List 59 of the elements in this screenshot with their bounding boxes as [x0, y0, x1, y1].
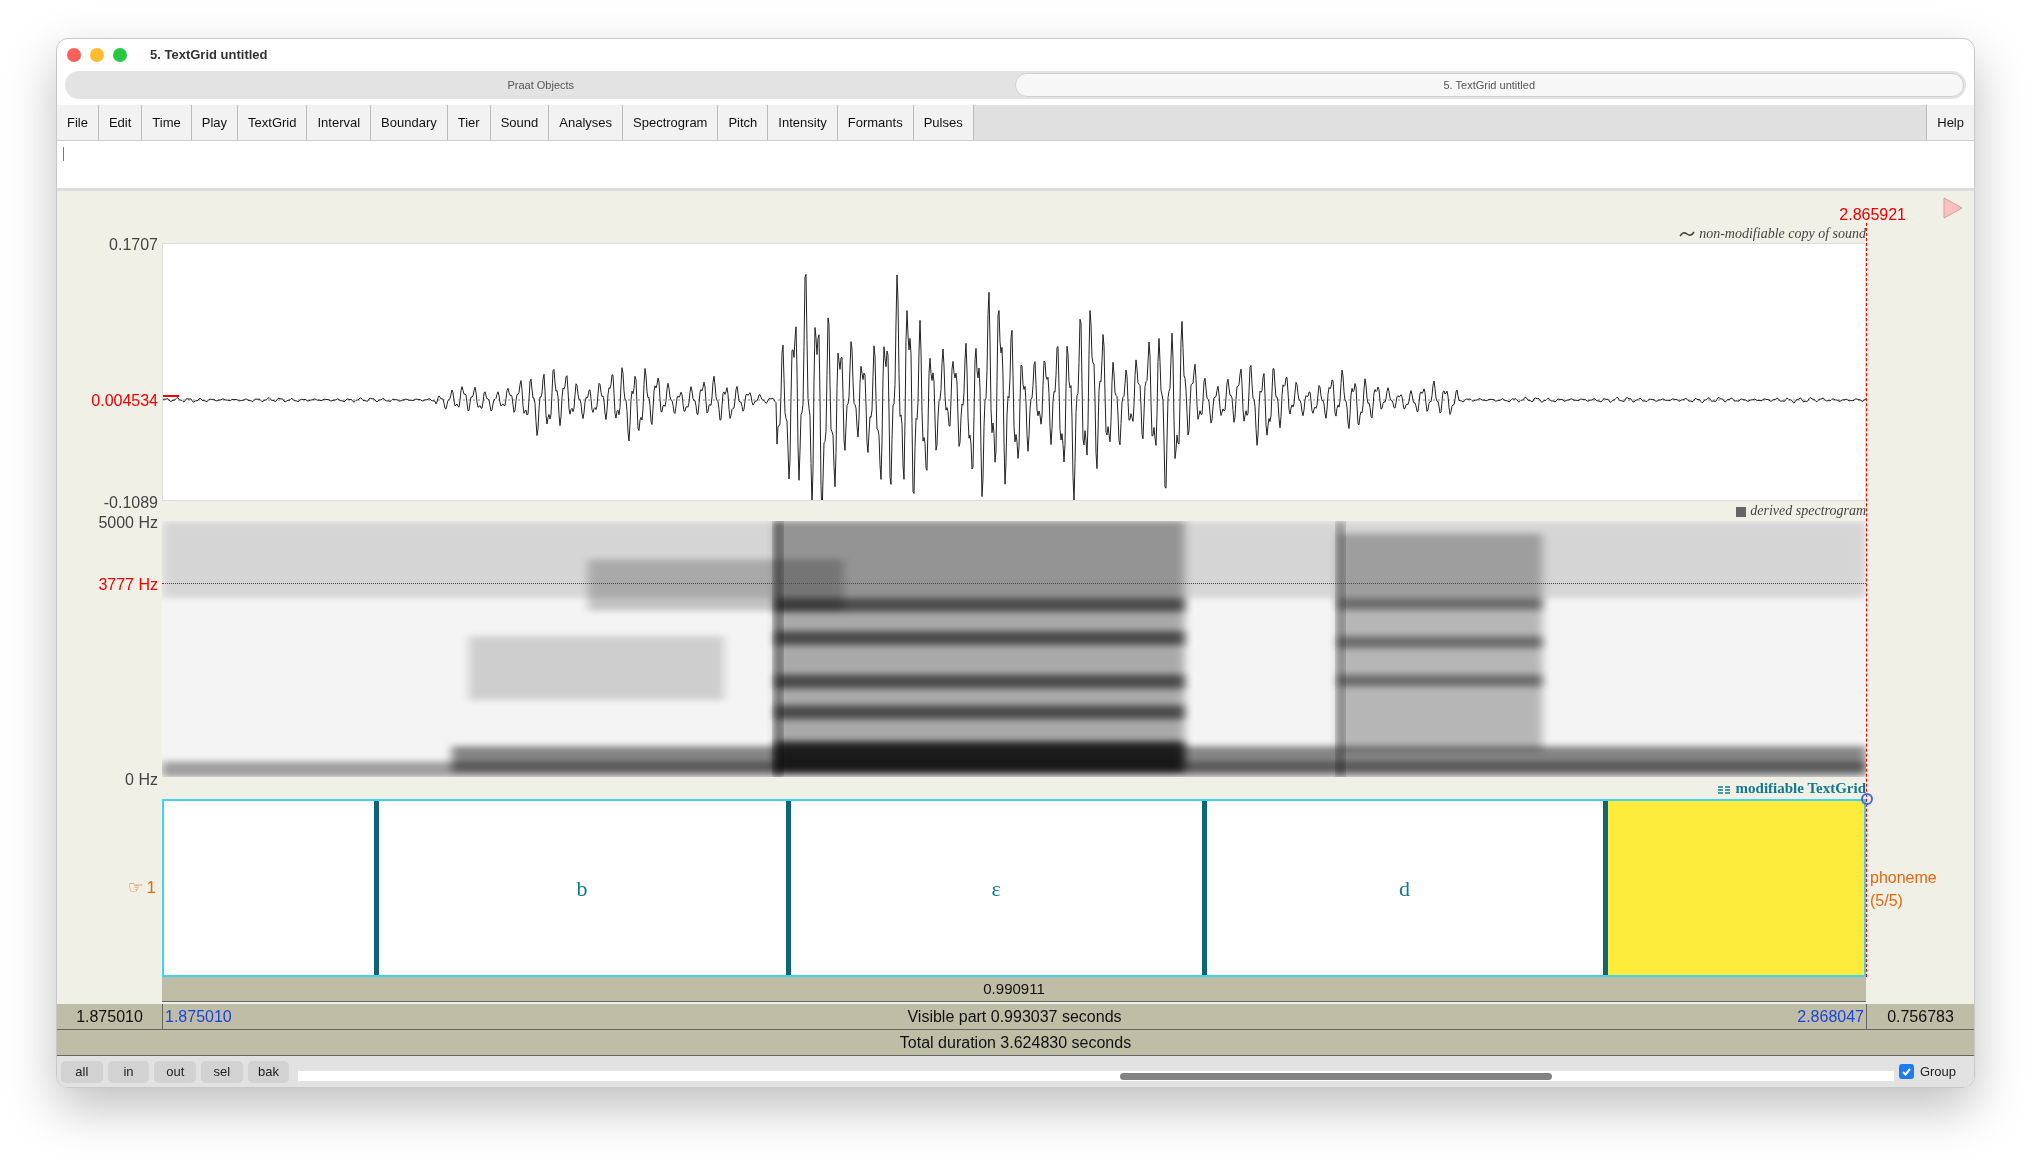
tilde-icon [1679, 230, 1696, 238]
frequency-max-label: 5000 Hz [98, 513, 158, 533]
frequency-min-label: 0 Hz [125, 770, 158, 790]
spectrogram-label: derived spectrogram [1750, 502, 1866, 520]
help-button[interactable]: Help [1926, 105, 1974, 140]
menu-button[interactable]: Boundary [371, 105, 448, 140]
menu-button[interactable]: Intensity [768, 105, 838, 140]
frequency-cursor-label: 3777 Hz [98, 575, 158, 595]
tier-name: phoneme [1870, 868, 1937, 888]
right-time-cell-text: 0.756783 [1886, 1006, 1955, 1027]
tier-icon [1717, 785, 1730, 795]
selection-duration: 0.990911 [983, 978, 1045, 999]
menu-button[interactable]: Edit [98, 105, 143, 140]
menu-button[interactable]: Sound [490, 105, 550, 140]
amplitude-max-label: 0.1707 [109, 235, 158, 255]
menu-button[interactable]: Analyses [549, 105, 623, 140]
scrollbar-track[interactable] [298, 1070, 1894, 1081]
menu-button[interactable]: Formants [837, 105, 914, 140]
amplitude-cursor-label: 0.004534 [91, 391, 158, 411]
close-icon[interactable] [67, 48, 81, 62]
left-time-cell: 1.875010 [57, 1004, 163, 1029]
zoom-button[interactable]: bak [247, 1060, 290, 1083]
tier-interval-count: (5/5) [1870, 891, 1903, 911]
textgrid-label: modifiable TextGrid [1735, 778, 1866, 798]
group-checkbox[interactable] [1898, 1064, 1914, 1079]
group-label: Group [1919, 1062, 1957, 1081]
text-field[interactable] [57, 141, 1974, 191]
tier-number: 1 [146, 877, 156, 899]
menu-button[interactable]: TextGrid [238, 105, 308, 140]
check-icon [1900, 1066, 1912, 1077]
menu-button[interactable]: Pulses [913, 105, 974, 140]
zoom-button[interactable]: in [107, 1060, 150, 1083]
tab[interactable]: Praat Objects [67, 73, 1015, 97]
cursor-time-label: 2.865921 [1839, 207, 1906, 223]
square-icon [1736, 507, 1747, 517]
maximize-icon[interactable] [113, 48, 127, 62]
menu-button[interactable]: Tier [447, 105, 491, 140]
minimize-icon[interactable] [90, 48, 104, 62]
scrollbar-thumb[interactable] [1120, 1072, 1553, 1080]
menu-button[interactable]: Spectrogram [623, 105, 719, 140]
menu-button[interactable]: Pitch [718, 105, 769, 140]
amplitude-min-label: -0.1089 [103, 493, 158, 513]
sound-label: non-modifiable copy of sound [1699, 227, 1866, 241]
cursor-value-tick [163, 395, 179, 397]
window-start-time[interactable]: 1.875010 [165, 1004, 232, 1029]
zoom-button[interactable]: out [154, 1060, 197, 1083]
zoom-button[interactable]: sel [201, 1060, 243, 1083]
menu-button[interactable]: Play [191, 105, 239, 140]
visible-part-label: Visible part 0.993037 seconds [907, 1006, 1122, 1027]
window-title: 5. TextGrid untitled [150, 46, 268, 65]
menu-button[interactable]: Time [142, 105, 192, 140]
tab[interactable]: 5. TextGrid untitled [1014, 73, 1964, 97]
menu-button[interactable]: Interval [307, 105, 372, 140]
zoom-button[interactable]: all [61, 1060, 103, 1083]
play-icon[interactable] [1942, 197, 1964, 219]
menu-button[interactable]: File [57, 105, 99, 140]
total-duration-label: Total duration 3.624830 seconds [899, 1032, 1132, 1053]
pointing-hand-icon: ☞ [127, 875, 143, 901]
window-end-time[interactable]: 2.868047 [1797, 1004, 1864, 1029]
